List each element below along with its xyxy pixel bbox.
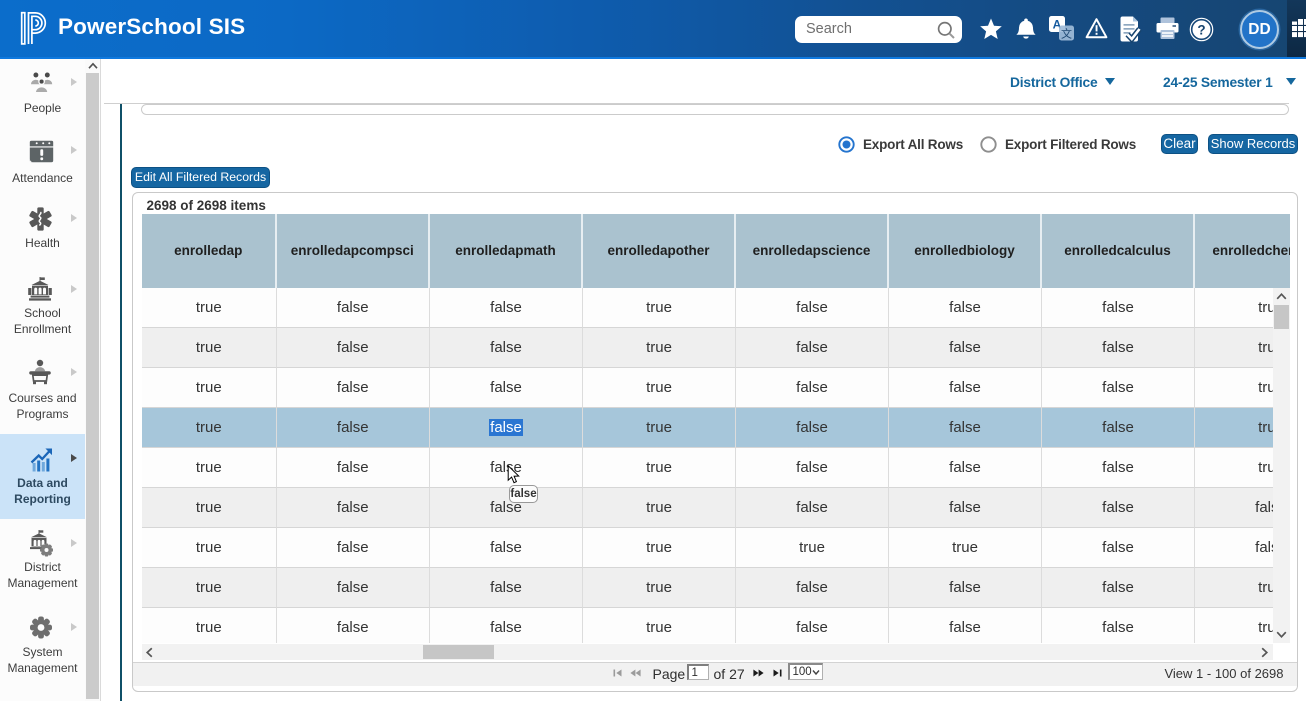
svg-text:?: ? xyxy=(1197,22,1205,37)
svg-text:文: 文 xyxy=(1061,26,1072,40)
